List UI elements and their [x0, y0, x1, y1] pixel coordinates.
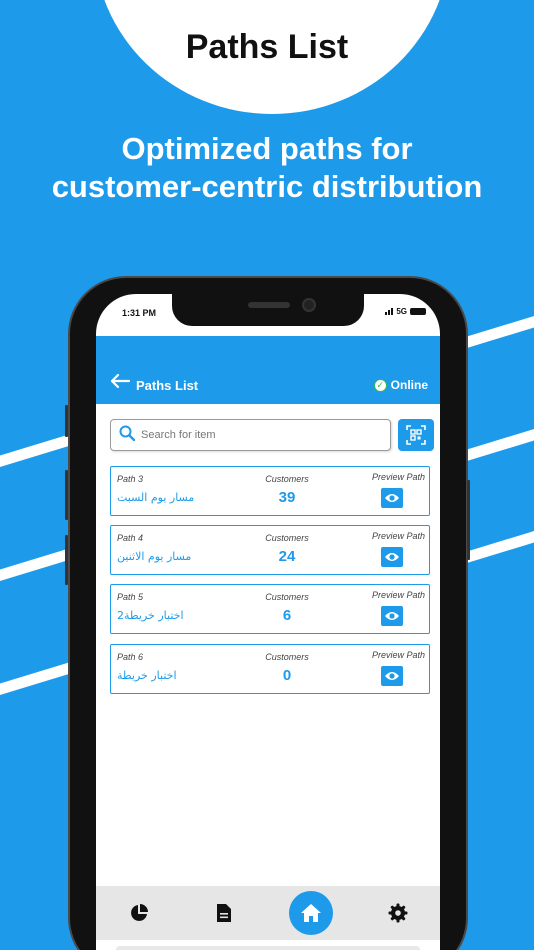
network-label: 5G: [396, 307, 407, 316]
arrow-left-icon[interactable]: [110, 373, 131, 393]
customers-count: 6: [282, 607, 292, 624]
search-placeholder: Search for item: [141, 429, 216, 441]
customers-label: Customers: [265, 592, 309, 602]
path-name: مسار يوم السبت: [117, 491, 195, 504]
path-card[interactable]: Path 4 مسار يوم الاثنين Customers 24 Pre…: [110, 525, 430, 575]
home-indicator: [116, 946, 420, 950]
customers-count: 24: [278, 548, 296, 565]
status-time: 1:31 PM: [122, 308, 157, 318]
battery-icon: [410, 308, 426, 315]
phone-side-button: [65, 405, 68, 437]
signal-icon: [385, 308, 394, 315]
bottom-nav: [96, 886, 440, 940]
home-icon[interactable]: [288, 891, 333, 935]
eye-icon[interactable]: [381, 606, 403, 626]
path-label: Path 5: [117, 592, 144, 602]
page-title: Paths List: [136, 378, 199, 393]
online-label: Online: [390, 378, 428, 392]
check-circle-icon: ✓: [373, 378, 387, 392]
document-icon[interactable]: [204, 893, 244, 933]
eye-icon[interactable]: [381, 488, 403, 508]
customers-label: Customers: [265, 474, 309, 484]
hero-title: Paths List: [185, 28, 349, 66]
online-status: ✓ Online: [373, 378, 428, 392]
customers-label: Customers: [265, 533, 309, 543]
phone-side-button: [65, 470, 68, 520]
customers-label: Customers: [265, 652, 309, 662]
path-label: Path 3: [117, 474, 144, 484]
qr-scan-icon: [406, 425, 426, 445]
tagline-line-1: Optimized paths for: [121, 131, 413, 166]
preview-label: Preview Path: [371, 472, 425, 482]
path-name: اختبار خريطة: [117, 669, 177, 682]
tagline: Optimized paths for customer-centric dis…: [0, 130, 534, 206]
path-label: Path 6: [117, 652, 144, 662]
path-name: اختبار خريطة2: [117, 609, 184, 622]
path-label: Path 4: [117, 533, 144, 543]
preview-label: Preview Path: [371, 590, 425, 600]
settings-gear-icon[interactable]: [378, 893, 418, 933]
speaker-grille: [248, 302, 290, 308]
path-name: مسار يوم الاثنين: [117, 550, 192, 563]
phone-side-button: [467, 480, 470, 560]
pie-chart-icon[interactable]: [119, 893, 159, 933]
camera-icon: [302, 298, 316, 312]
eye-icon[interactable]: [381, 666, 403, 686]
customers-count: 0: [282, 667, 292, 684]
app-screen: 1:31 PM 5G Paths List ✓ Online Search fo…: [96, 294, 440, 950]
tagline-line-2: customer-centric distribution: [51, 169, 483, 204]
phone-side-button: [65, 535, 68, 585]
app-bar: Paths List ✓ Online: [96, 336, 440, 404]
search-input[interactable]: Search for item: [110, 419, 391, 451]
search-icon: [119, 425, 136, 446]
path-card[interactable]: Path 6 اختبار خريطة Customers 0 Preview …: [110, 644, 430, 694]
path-card[interactable]: Path 3 مسار يوم السبت Customers 39 Previ…: [110, 466, 430, 516]
phone-notch: [172, 294, 364, 326]
eye-icon[interactable]: [381, 547, 403, 567]
status-indicators: 5G: [385, 307, 426, 316]
customers-count: 39: [278, 489, 296, 506]
qr-scan-button[interactable]: [398, 419, 434, 451]
preview-label: Preview Path: [371, 531, 425, 541]
path-card[interactable]: Path 5 اختبار خريطة2 Customers 6 Preview…: [110, 584, 430, 634]
preview-label: Preview Path: [371, 650, 425, 660]
